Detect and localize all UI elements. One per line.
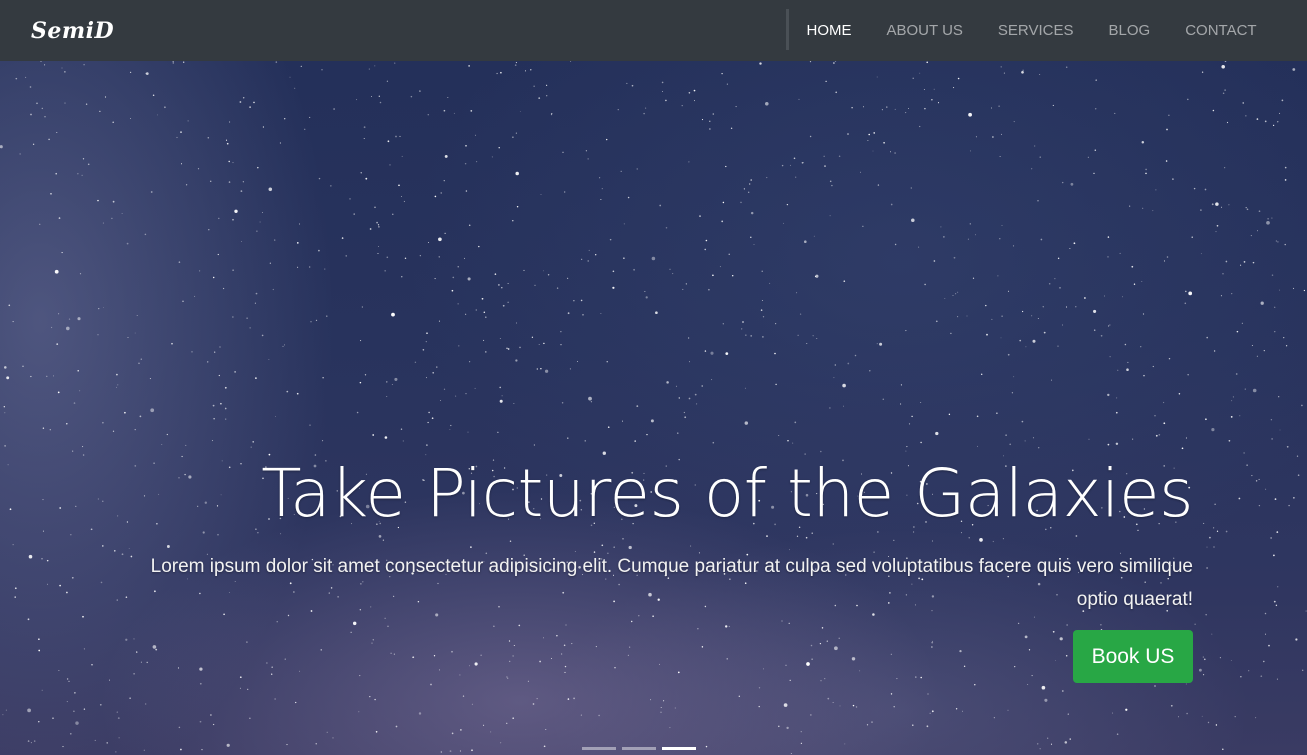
hero-carousel: Take Pictures of the Galaxies Lorem ipsu… (0, 61, 1307, 755)
carousel-indicator-3[interactable] (662, 747, 696, 750)
carousel-indicator-2[interactable] (622, 747, 656, 750)
nav-item-about-us[interactable]: ABOUT US (869, 0, 980, 61)
nav-links: HOME ABOUT US SERVICES BLOG CONTACT (789, 0, 1274, 61)
nav-item-services[interactable]: SERVICES (980, 0, 1091, 61)
brand-logo[interactable]: SemiD (31, 18, 114, 44)
carousel-indicator-1[interactable] (582, 747, 616, 750)
hero-description: Lorem ipsum dolor sit amet consectetur a… (150, 556, 1193, 610)
nav-item-blog[interactable]: BLOG (1091, 0, 1168, 61)
nav-item-contact[interactable]: CONTACT (1168, 0, 1274, 61)
carousel-indicators (582, 747, 696, 750)
navbar: SemiD HOME ABOUT US SERVICES BLOG CONTAC… (0, 0, 1307, 61)
book-us-button[interactable]: Book US (1073, 630, 1193, 683)
hero-title: Take Pictures of the Galaxies (261, 455, 1193, 532)
nav-item-home[interactable]: HOME (789, 0, 869, 61)
